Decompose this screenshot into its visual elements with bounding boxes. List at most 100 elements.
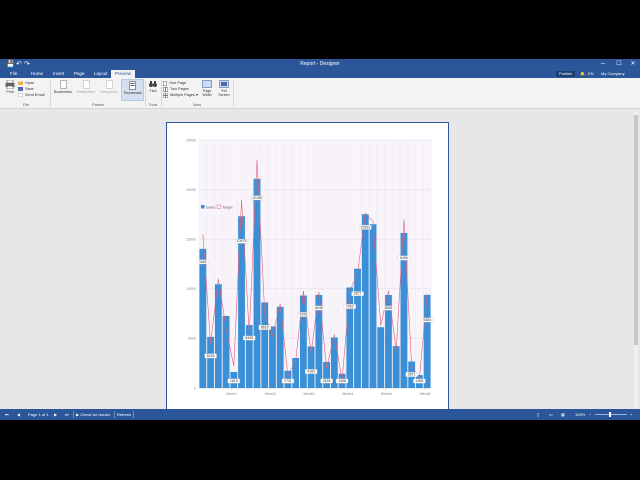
thumbnails-label: Thumbnails [123, 91, 142, 95]
status-divider [73, 411, 74, 418]
data-label: 10262 [360, 225, 370, 229]
page-width-icon [202, 80, 212, 88]
bookmarks-icon [59, 80, 67, 89]
bar [261, 302, 269, 388]
y-tick-label: 10000 [186, 287, 196, 291]
report-page: 25000 20000 15000 10000 5000 0 Week1 Week2 Week… [166, 122, 449, 420]
check-issues-button[interactable]: ▶ Check for Issues [76, 409, 110, 420]
bar [292, 357, 300, 388]
x-tick-label: Week6 [419, 392, 430, 396]
bar [377, 327, 385, 388]
data-label: 7662 [346, 304, 354, 308]
sales-chart: 2500020000150001000050000 Week1 Week2 Week… [186, 138, 434, 396]
y-tick-label: 15000 [186, 238, 196, 242]
data-label: 4182 [307, 370, 315, 374]
one-page-icon [163, 80, 167, 86]
window-title: Report - Designer [300, 61, 340, 67]
zoom-slider[interactable] [595, 412, 627, 417]
bar [276, 306, 284, 388]
tab-insert[interactable]: Insert [49, 70, 68, 78]
page-indicator: Page 1 of 1 [28, 412, 49, 417]
last-page-button[interactable]: ⏭ [65, 409, 69, 420]
disk-icon [18, 87, 23, 91]
bar [369, 224, 377, 388]
tab-layout[interactable]: Layout [90, 70, 112, 78]
x-axis: Week1 Week2 Week3 Week4 Week5 Week6 [199, 387, 431, 396]
group-label-view: View [192, 103, 202, 107]
next-page-button[interactable]: ▶ [54, 409, 57, 420]
data-label: 10975 [237, 239, 247, 243]
y-tick-label: 5000 [188, 337, 196, 341]
check-issues-label: Check for Issues [80, 412, 110, 417]
page-width-button[interactable]: Page Width [199, 80, 215, 102]
data-label: 6948 [315, 306, 323, 310]
maximize-button[interactable]: ☐ [612, 59, 626, 70]
close-button[interactable]: ✕ [626, 59, 640, 70]
publish-button[interactable]: Publish [556, 71, 576, 77]
language-selector[interactable]: EN [588, 70, 594, 78]
thumbnails-button[interactable]: Thumbnails [121, 79, 144, 101]
x-tick-label: Week5 [381, 392, 392, 396]
resources-label: Resources [100, 90, 118, 94]
one-page-label: One Page [169, 81, 187, 85]
y-axis: 25000 20000 15000 10000 5000 0 [186, 138, 196, 390]
zoom-in-button[interactable]: + [630, 409, 632, 420]
notification-icon[interactable]: 🔔 [580, 70, 585, 78]
zoom-out-button[interactable]: − [589, 409, 591, 420]
scrollbar-thumb[interactable] [634, 115, 638, 345]
data-label: 9318 [300, 313, 308, 317]
multiple-pages-icon [163, 92, 168, 98]
email-icon [18, 93, 23, 97]
parameters-icon [82, 80, 90, 89]
zoom-slider-thumb[interactable] [609, 412, 611, 417]
bookmarks-label: Bookmarks [54, 90, 72, 94]
x-tick-label: Week2 [265, 392, 276, 396]
data-label: 1436 [338, 379, 346, 383]
legend-swatch-sales [201, 205, 205, 209]
group-label-file: File [22, 103, 30, 107]
print-button[interactable]: Print [3, 80, 17, 100]
tab-home[interactable]: Home [27, 70, 47, 78]
y-tick-label: 25000 [186, 138, 196, 142]
data-label: 1652 [199, 260, 207, 264]
y-tick-label: 20000 [186, 188, 196, 192]
title-bar: 💾 ↶ ↷ Report - Designer ─ ☐ ✕ [0, 59, 640, 70]
resources-button[interactable]: Resources [99, 80, 119, 100]
designer-window: 💾 ↶ ↷ Report - Designer ─ ☐ ✕ File Home … [0, 59, 640, 420]
first-page-button[interactable]: ⏮ [5, 409, 9, 420]
tab-page[interactable]: Page [70, 70, 89, 78]
bookmarks-button[interactable]: Bookmarks [53, 80, 73, 100]
legend-label-sales: Sales [206, 206, 216, 210]
bar [361, 214, 369, 388]
data-label: 5153 [207, 354, 215, 358]
resources-icon [105, 80, 113, 89]
bar [207, 336, 215, 388]
thumbnail-view-icon[interactable]: ▦ [561, 409, 565, 420]
tab-file[interactable]: File [6, 70, 21, 78]
print-layout-icon[interactable]: ▯ [537, 409, 539, 420]
ribbon-tabs: File Home Insert Page Layout Preview Pub… [0, 70, 640, 78]
zoom-level[interactable]: 100% [575, 409, 585, 420]
web-layout-icon[interactable]: ▭ [549, 409, 553, 420]
parameters-label: Parameters [76, 90, 96, 94]
send-email-button[interactable]: Send Email [18, 92, 44, 98]
tab-preview[interactable]: Preview [111, 70, 136, 78]
multiple-pages-label: Multiple Pages [170, 93, 195, 97]
prev-page-button[interactable]: ◀ [17, 409, 20, 420]
x-tick-label: Week4 [342, 392, 353, 396]
status-divider [114, 411, 115, 418]
vertical-scrollbar[interactable] [634, 111, 638, 409]
data-label: 2624 [323, 379, 331, 383]
status-bar: ⏮ ◀ Page 1 of 1 ▶ ⏭ ▶ Check for Issues R… [0, 409, 640, 420]
save-label: Save [25, 87, 34, 91]
company-selector[interactable]: My Company [601, 70, 625, 78]
binoculars-icon [149, 81, 157, 87]
bar [354, 268, 361, 388]
parameters-button[interactable]: Parameters [75, 80, 97, 100]
refresh-button[interactable]: Refresh [117, 409, 131, 420]
find-button[interactable]: Find [147, 80, 159, 100]
multiple-pages-button[interactable]: Multiple Pages ▾ [163, 92, 198, 98]
minimize-button[interactable]: ─ [596, 59, 610, 70]
full-screen-button[interactable]: Full Screen [216, 80, 232, 102]
two-pages-label: Two Pages [170, 87, 189, 91]
